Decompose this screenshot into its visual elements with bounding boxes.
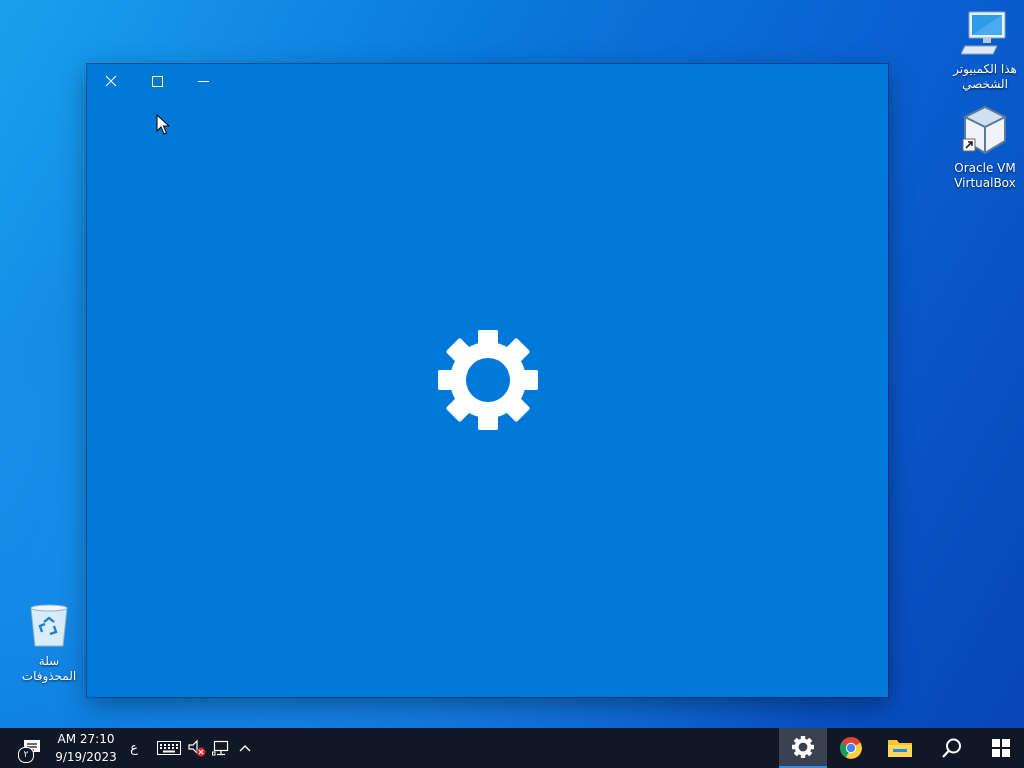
desktop-icon-recycle-bin[interactable]: سلة المحذوفات — [11, 602, 87, 684]
close-icon — [105, 75, 117, 87]
maximize-button[interactable] — [134, 64, 180, 98]
notification-badge: ٢ — [18, 747, 34, 763]
chrome-icon — [840, 737, 862, 759]
window-titlebar[interactable] — [87, 64, 888, 98]
desktop-icon-label: سلة — [38, 654, 60, 668]
notification-center-button[interactable]: ٢ — [14, 728, 50, 768]
settings-window[interactable] — [87, 64, 888, 697]
maximize-icon — [151, 75, 163, 87]
search-icon — [942, 738, 961, 758]
start-button[interactable] — [977, 728, 1024, 768]
input-language-indicator[interactable]: ع — [124, 728, 144, 768]
settings-icon — [792, 736, 814, 758]
taskbar-file-explorer-button[interactable] — [875, 728, 925, 768]
virtualbox-icon — [947, 105, 1023, 159]
close-button[interactable] — [88, 64, 134, 98]
file-explorer-icon — [888, 740, 912, 757]
volume-button[interactable] — [186, 728, 208, 768]
clock-time: AM 27:10 — [57, 732, 115, 746]
minimize-button[interactable] — [180, 64, 226, 98]
desktop-icon-virtualbox[interactable]: Oracle VM VirtualBox — [947, 105, 1023, 191]
taskbar: ٢ AM 27:10 9/19/2023 ع — [0, 728, 1024, 768]
network-icon — [212, 740, 229, 756]
chevron-up-icon — [239, 745, 251, 752]
computer-icon — [947, 10, 1023, 60]
touch-keyboard-button[interactable] — [155, 728, 183, 768]
desktop-icon-label: Oracle VM — [954, 161, 1016, 175]
minimize-icon — [197, 80, 209, 82]
desktop-icon-this-pc[interactable]: هذا الكمبيوتر الشخصي — [947, 10, 1023, 92]
taskbar-settings-button[interactable] — [779, 728, 827, 768]
show-hidden-icons-button[interactable] — [234, 728, 256, 768]
clock[interactable]: AM 27:10 9/19/2023 — [50, 728, 122, 768]
desktop-icon-label: الشخصي — [962, 77, 1008, 91]
start-icon — [991, 739, 1010, 757]
volume-muted-icon — [188, 739, 206, 757]
input-language-label: ع — [130, 740, 138, 756]
taskbar-chrome-button[interactable] — [827, 728, 875, 768]
clock-date: 9/19/2023 — [55, 750, 117, 764]
mouse-cursor-icon — [156, 113, 171, 140]
desktop-icon-label: VirtualBox — [954, 176, 1016, 190]
network-button[interactable] — [210, 728, 232, 768]
recycle-bin-icon — [11, 602, 87, 652]
taskbar-search-button[interactable] — [928, 728, 976, 768]
gear-icon — [438, 330, 538, 434]
desktop-icon-label: المحذوفات — [21, 669, 77, 683]
keyboard-icon — [157, 741, 181, 755]
desktop-icon-label: هذا الكمبيوتر — [953, 62, 1017, 76]
